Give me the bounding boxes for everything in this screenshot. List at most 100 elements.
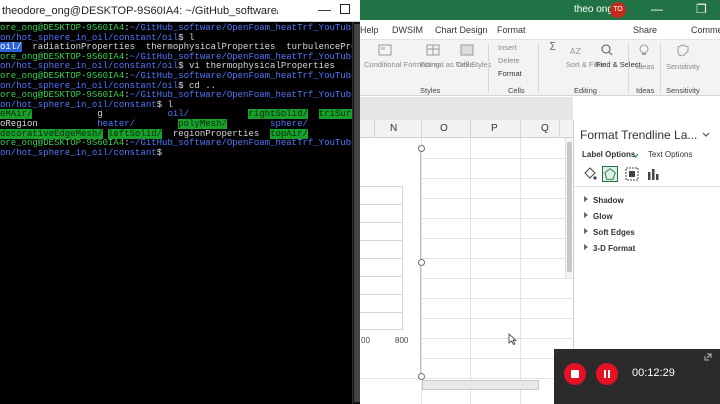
- terminal-title: theodore_ong@DESKTOP-9S60IA4: ~/GitHub_s…: [2, 5, 278, 17]
- expand-icon[interactable]: [704, 353, 712, 361]
- mouse-cursor-icon: [508, 333, 518, 345]
- terminal-output[interactable]: ore_ong@DESKTOP-9S60IA4:~/GitHub_softwar…: [0, 23, 360, 404]
- restore-button[interactable]: ❐: [696, 2, 707, 16]
- tab-chart-design[interactable]: Chart Design: [435, 25, 488, 35]
- effects-icon[interactable]: [602, 166, 618, 182]
- terminal-title-bar[interactable]: theodore_ong@DESKTOP-9S60IA4: ~/GitHub_s…: [0, 0, 360, 22]
- tab-label-options[interactable]: Label Options: [582, 150, 635, 159]
- ribbon: Conditional Formatting Format as Table C…: [360, 40, 720, 96]
- chevron-right-icon: [584, 228, 588, 234]
- terminal-text: ~/GitHub_software/OpenFoam_heatTrf_YouTu…: [129, 90, 360, 101]
- terminal-text: on/hot_sphere_in_oil/constant/oil: [0, 80, 179, 91]
- terminal-text: topAir/: [270, 128, 308, 139]
- terminal-text: ~/GitHub_software/OpenFoam_heatTrf_YouTu…: [129, 23, 360, 33]
- x-axis-tick-label: 800: [395, 336, 409, 345]
- pause-icon: [604, 370, 606, 378]
- maximize-button[interactable]: [340, 4, 350, 14]
- label-options-icon[interactable]: [646, 166, 662, 182]
- terminal-text: ore_ong@DESKTOP-9S60IA4: [0, 138, 125, 149]
- section-label: 3-D Format: [593, 244, 636, 253]
- svg-text:Σ: Σ: [549, 40, 556, 52]
- delete-button[interactable]: Delete: [498, 56, 520, 65]
- terminal-text: decorativeEdgeMesh/: [0, 128, 103, 139]
- section-shadow[interactable]: Shadow: [584, 196, 624, 205]
- insert-button[interactable]: Insert: [498, 43, 517, 52]
- terminal-scrollbar[interactable]: [352, 22, 360, 404]
- tab-help[interactable]: Help: [360, 25, 379, 35]
- excel-window[interactable]: theo ong TO — ❐ Help DWSIM Chart Design …: [360, 0, 720, 404]
- column-headers: N O P Q: [360, 120, 573, 138]
- chart-plot-area[interactable]: [360, 186, 403, 330]
- terminal-text: $ l: [178, 32, 195, 43]
- section-soft-edges[interactable]: Soft Edges: [584, 228, 635, 237]
- screen-recorder: 00:12:29: [554, 349, 720, 404]
- chart-resize-handle[interactable]: [418, 373, 425, 380]
- terminal-text: polyMesh/: [178, 119, 227, 129]
- terminal-text: oil/: [0, 42, 22, 53]
- column-header-n[interactable]: N: [390, 123, 397, 134]
- ribbon-tabs: Help DWSIM Chart Design Format Share Com…: [360, 20, 720, 40]
- terminal-window[interactable]: theodore_ong@DESKTOP-9S60IA4: ~/GitHub_s…: [0, 0, 360, 404]
- cell-styles-button[interactable]: Cell Styles: [456, 60, 491, 69]
- scrollbar-thumb[interactable]: [567, 142, 572, 272]
- stop-icon: [571, 370, 579, 378]
- terminal-text: g: [32, 109, 168, 120]
- terminal-text: oil/: [167, 109, 190, 120]
- tab-text-options[interactable]: Text Options: [648, 150, 692, 159]
- stop-button[interactable]: [564, 363, 586, 385]
- terminal-line: on/hot_sphere_in_oil/constant$: [0, 147, 163, 159]
- group-sensitivity-label: Sensitivity: [666, 86, 700, 95]
- vertical-scrollbar[interactable]: [565, 138, 572, 278]
- minimize-button[interactable]: —: [651, 2, 663, 16]
- ideas-icon: [639, 44, 649, 55]
- ribbon-divider: [660, 44, 661, 92]
- avatar[interactable]: TO: [610, 2, 626, 18]
- format-button[interactable]: Format: [498, 69, 522, 78]
- user-name[interactable]: theo ong: [574, 4, 613, 15]
- terminal-text: ore_ong@DESKTOP-9S60IA4: [0, 90, 125, 101]
- pane-divider: [574, 186, 720, 187]
- fill-line-icon[interactable]: [582, 166, 598, 182]
- format-as-table-icon: [426, 44, 440, 56]
- chevron-down-icon[interactable]: [632, 153, 639, 158]
- section-label: Soft Edges: [593, 228, 635, 237]
- pane-title: Format Trendline La...: [580, 128, 698, 142]
- tab-dwsim[interactable]: DWSIM: [392, 25, 423, 35]
- group-ideas-label: Ideas: [636, 86, 655, 95]
- terminal-text: on/hot_sphere_in_oil/constant/oil: [0, 61, 179, 72]
- section-3d-format[interactable]: 3-D Format: [584, 244, 635, 253]
- terminal-text: heater/: [97, 119, 136, 129]
- terminal-text: $ l: [156, 99, 173, 110]
- x-axis-tick-label: 00: [361, 336, 370, 345]
- column-header-q[interactable]: Q: [541, 123, 549, 134]
- recording-timer: 00:12:29: [632, 367, 675, 379]
- horizontal-scrollbar[interactable]: [422, 380, 539, 390]
- section-glow[interactable]: Glow: [584, 212, 613, 221]
- chart-resize-handle[interactable]: [418, 259, 425, 266]
- terminal-text: ore_ong@DESKTOP-9S60IA4: [0, 71, 125, 81]
- terminal-text: eMAir/: [0, 109, 33, 120]
- conditional-formatting-icon: [378, 44, 392, 56]
- ribbon-divider: [488, 44, 489, 92]
- terminal-text: radiationProperties thermophysicalProper…: [21, 42, 360, 53]
- chevron-right-icon: [584, 212, 588, 218]
- column-header-o[interactable]: O: [440, 123, 448, 134]
- find-select-button[interactable]: Find & Select: [596, 60, 641, 69]
- terminal-text: sphere/: [270, 119, 308, 129]
- comments-button[interactable]: Comme: [691, 25, 720, 35]
- terminal-text: $ cd ..: [178, 80, 217, 91]
- ideas-button[interactable]: Ideas: [636, 62, 654, 71]
- column-header-p[interactable]: P: [491, 123, 498, 134]
- terminal-text: rightSolid/: [248, 109, 308, 120]
- size-properties-icon[interactable]: [624, 166, 640, 182]
- tab-format[interactable]: Format: [497, 25, 526, 35]
- sensitivity-button[interactable]: Sensitivity: [666, 62, 700, 71]
- chevron-down-icon[interactable]: [702, 132, 710, 138]
- pause-button[interactable]: [596, 363, 618, 385]
- terminal-text: on/hot_sphere_in_oil/constant: [0, 99, 157, 110]
- minimize-button[interactable]: —: [318, 2, 331, 17]
- chart-resize-handle[interactable]: [418, 145, 425, 152]
- terminal-text: $: [156, 147, 163, 158]
- share-button[interactable]: Share: [633, 25, 657, 35]
